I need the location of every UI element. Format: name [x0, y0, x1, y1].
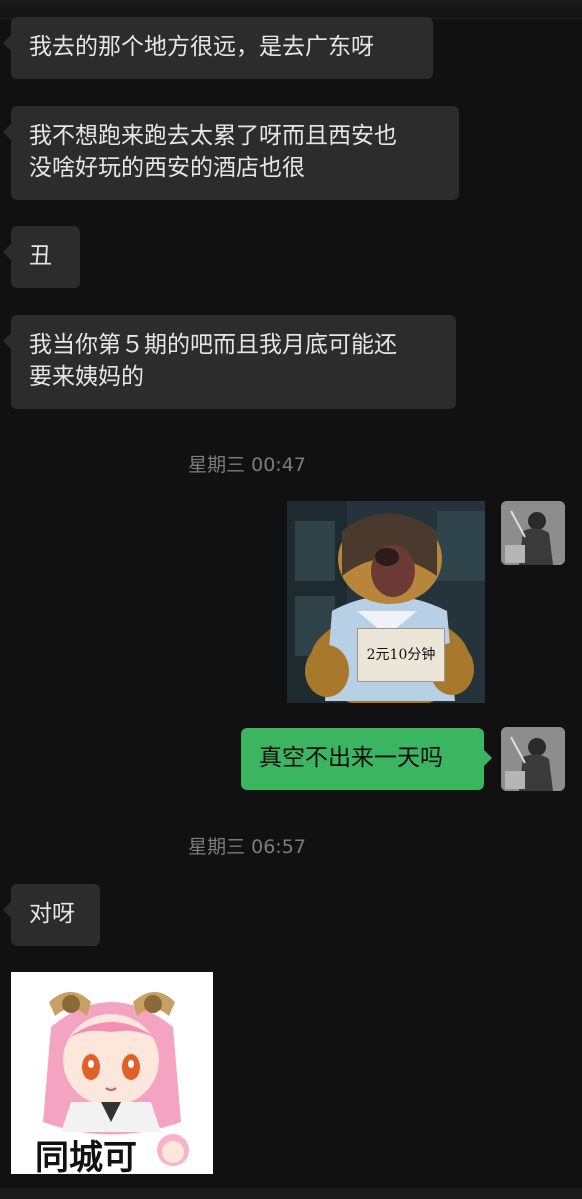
message-text: 真空不出来一天吗 [259, 745, 443, 771]
bear-sign: 2元10分钟 [357, 628, 445, 682]
message-text: 丑 [29, 243, 52, 269]
incoming-message-bubble[interactable]: 丑 [3, 226, 80, 288]
chat-timestamp: 星期三 06:57 [188, 836, 306, 858]
incoming-message-bubble[interactable]: 我去的那个地方很远，是去广东呀 [3, 17, 433, 79]
chat-timestamp: 星期三 00:47 [188, 454, 306, 476]
message-text: 我去的那个地方很远，是去广东呀 [29, 34, 374, 60]
my-avatar[interactable] [501, 501, 565, 565]
message-text-line: 要来姨妈的 [29, 364, 144, 390]
avatar-image-icon [501, 501, 565, 565]
message-text: 对呀 [29, 901, 75, 927]
bear-sticker-image[interactable]: 2元10分钟 [287, 501, 485, 703]
bottom-edge-strip [0, 1188, 582, 1199]
sticker-caption: 同城可 [35, 1138, 137, 1174]
message-text-line: 我不想跑来跑去太累了呀而且西安也 [29, 123, 397, 149]
avatar-image-icon [501, 727, 565, 791]
my-avatar[interactable] [501, 727, 565, 791]
incoming-message-bubble[interactable]: 我不想跑来跑去太累了呀而且西安也 没啥好玩的西安的酒店也很 [3, 106, 459, 200]
incoming-message-bubble[interactable]: 我当你第５期的吧而且我月底可能还 要来姨妈的 [3, 315, 456, 409]
incoming-message-bubble[interactable]: 对呀 [3, 884, 100, 946]
anime-girl-sticker-image[interactable]: 同城可 [11, 972, 213, 1174]
outgoing-message-bubble[interactable]: 真空不出来一天吗 [241, 728, 492, 790]
message-text-line: 没啥好玩的西安的酒店也很 [29, 155, 305, 181]
message-text-line: 我当你第５期的吧而且我月底可能还 [29, 332, 397, 358]
